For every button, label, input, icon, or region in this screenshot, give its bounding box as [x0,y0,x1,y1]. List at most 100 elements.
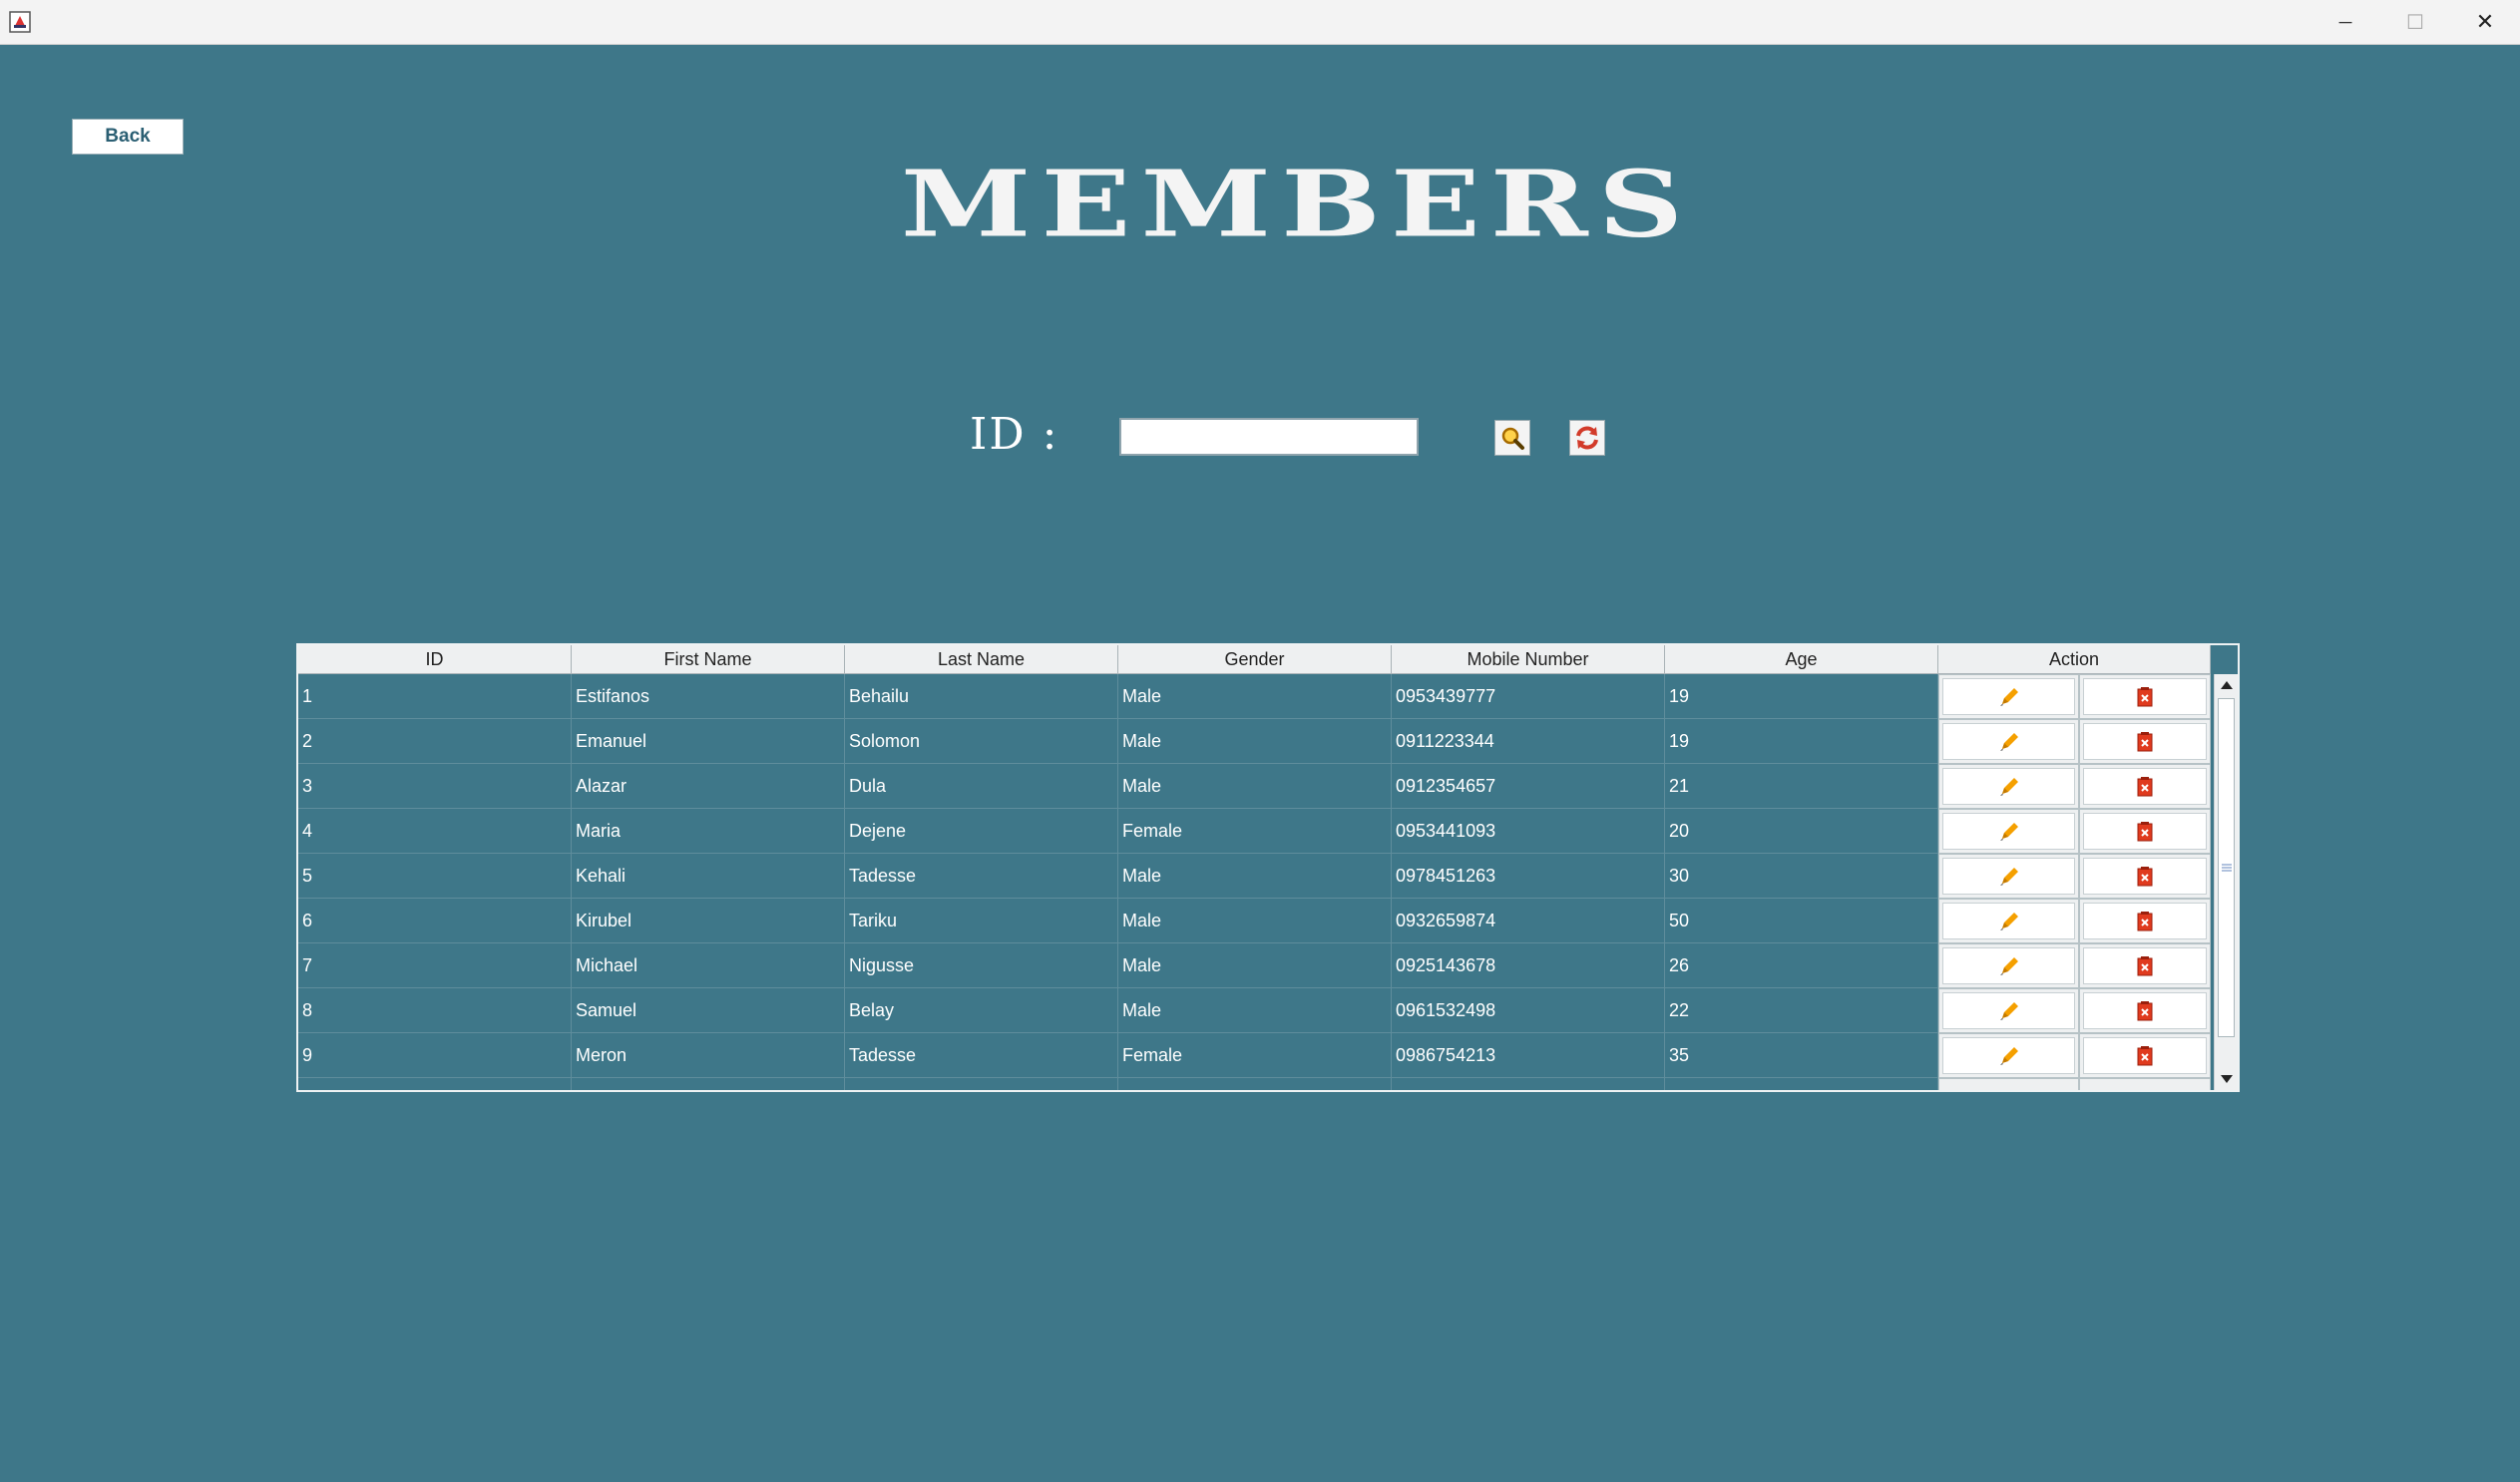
table-row[interactable]: 4 Maria Dejene Female 0953441093 20 [298,809,2211,854]
cell-mobile[interactable]: 0912354657 [1392,764,1665,809]
delete-button[interactable] [2079,988,2211,1033]
delete-button-face[interactable] [2083,1037,2207,1074]
delete-button[interactable] [2079,943,2211,988]
cell-last[interactable]: Nigusse [845,943,1118,988]
edit-button[interactable] [1938,943,2079,988]
cell-gender[interactable]: Male [1118,764,1392,809]
delete-button[interactable] [2079,674,2211,719]
cell-id[interactable]: 6 [298,899,572,943]
cell-gender[interactable]: Male [1118,943,1392,988]
delete-button-face[interactable] [2083,678,2207,715]
cell-mobile[interactable]: 0961532498 [1392,988,1665,1033]
cell-first[interactable]: Kehali [572,854,845,899]
cell-mobile[interactable]: 0925143678 [1392,943,1665,988]
delete-button[interactable] [2079,719,2211,764]
cell-gender[interactable]: Female [1118,1033,1392,1078]
id-search-input[interactable] [1119,418,1419,456]
cell-age[interactable]: 26 [1665,943,1938,988]
table-row[interactable]: 9 Meron Tadesse Female 0986754213 35 [298,1033,2211,1078]
table-row[interactable]: 8 Samuel Belay Male 0961532498 22 [298,988,2211,1033]
cell-age[interactable]: 22 [1665,988,1938,1033]
cell-last[interactable]: Tadesse [845,1033,1118,1078]
cell-mobile[interactable]: 0911223344 [1392,719,1665,764]
cell-first[interactable]: Maria [572,809,845,854]
cell-age[interactable]: 19 [1665,719,1938,764]
delete-button[interactable] [2079,1033,2211,1078]
table-row[interactable]: 5 Kehali Tadesse Male 0978451263 30 [298,854,2211,899]
delete-button[interactable] [2079,1078,2211,1090]
cell-gender[interactable]: Male [1118,899,1392,943]
delete-button[interactable] [2079,854,2211,899]
edit-button[interactable] [1938,899,2079,943]
minimize-button[interactable]: ─ [2310,0,2380,44]
delete-button[interactable] [2079,809,2211,854]
header-action[interactable]: Action [1938,645,2211,674]
maximize-button[interactable]: ☐ [2380,0,2450,44]
table-row[interactable]: 1 Estifanos Behailu Male 0953439777 19 [298,674,2211,719]
search-button[interactable] [1494,420,1530,456]
header-mobile-number[interactable]: Mobile Number [1392,645,1665,674]
cell-mobile[interactable]: 0953441093 [1392,809,1665,854]
cell-mobile[interactable]: 0953439777 [1392,674,1665,719]
cell-mobile[interactable]: 0932659874 [1392,899,1665,943]
cell-last[interactable]: Tariku [845,899,1118,943]
table-row[interactable]: 2 Emanuel Solomon Male 0911223344 19 [298,719,2211,764]
cell-gender[interactable] [1118,1078,1392,1090]
cell-mobile[interactable]: 0986754213 [1392,1033,1665,1078]
cell-last[interactable]: Dejene [845,809,1118,854]
cell-mobile[interactable] [1392,1078,1665,1090]
cell-gender[interactable]: Male [1118,719,1392,764]
delete-button-face[interactable] [2083,947,2207,984]
cell-first[interactable]: Estifanos [572,674,845,719]
delete-button[interactable] [2079,899,2211,943]
header-id[interactable]: ID [298,645,572,674]
edit-button[interactable] [1938,854,2079,899]
cell-age[interactable]: 19 [1665,674,1938,719]
cell-first[interactable]: Alazar [572,764,845,809]
cell-last[interactable]: Belay [845,988,1118,1033]
header-gender[interactable]: Gender [1118,645,1392,674]
edit-button[interactable] [1938,674,2079,719]
delete-button-face[interactable] [2083,992,2207,1029]
cell-age[interactable]: 21 [1665,764,1938,809]
cell-first[interactable] [572,1078,845,1090]
delete-button-face[interactable] [2083,903,2207,939]
edit-button-face[interactable] [1942,813,2075,850]
vertical-scrollbar[interactable] [2214,674,2238,1090]
cell-id[interactable]: 7 [298,943,572,988]
cell-id[interactable]: 5 [298,854,572,899]
cell-age[interactable]: 20 [1665,809,1938,854]
cell-id[interactable]: 2 [298,719,572,764]
cell-age[interactable] [1665,1078,1938,1090]
cell-mobile[interactable]: 0978451263 [1392,854,1665,899]
cell-last[interactable]: Behailu [845,674,1118,719]
cell-age[interactable]: 35 [1665,1033,1938,1078]
cell-age[interactable]: 30 [1665,854,1938,899]
edit-button-face[interactable] [1942,903,2075,939]
cell-gender[interactable]: Male [1118,988,1392,1033]
cell-id[interactable] [298,1078,572,1090]
edit-button-face[interactable] [1942,723,2075,760]
edit-button-face[interactable] [1942,768,2075,805]
cell-last[interactable]: Dula [845,764,1118,809]
edit-button-face[interactable] [1942,947,2075,984]
delete-button-face[interactable] [2083,723,2207,760]
cell-id[interactable]: 4 [298,809,572,854]
edit-button-face[interactable] [1942,992,2075,1029]
cell-first[interactable]: Michael [572,943,845,988]
cell-first[interactable]: Kirubel [572,899,845,943]
cell-id[interactable]: 9 [298,1033,572,1078]
cell-gender[interactable]: Male [1118,674,1392,719]
header-first-name[interactable]: First Name [572,645,845,674]
cell-first[interactable]: Meron [572,1033,845,1078]
scroll-up-button[interactable] [2215,674,2238,696]
scroll-down-button[interactable] [2215,1068,2238,1090]
table-row[interactable]: 6 Kirubel Tariku Male 0932659874 50 [298,899,2211,943]
delete-button-face[interactable] [2083,858,2207,895]
edit-button[interactable] [1938,809,2079,854]
edit-button[interactable] [1938,1078,2079,1090]
header-last-name[interactable]: Last Name [845,645,1118,674]
table-row[interactable] [298,1078,2211,1090]
back-button[interactable]: Back [72,119,184,155]
edit-button-face[interactable] [1942,678,2075,715]
